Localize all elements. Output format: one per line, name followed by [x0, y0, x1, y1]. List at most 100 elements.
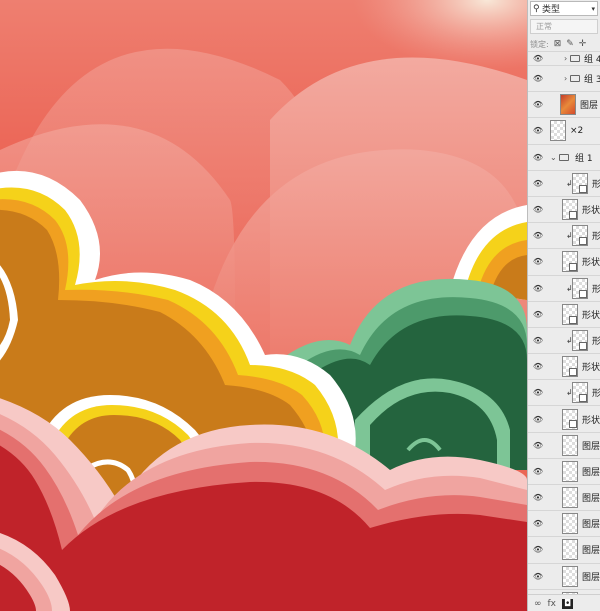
layer-name: 图层 [582, 546, 600, 557]
layer-thumbnail [550, 120, 566, 142]
eye-icon[interactable]: 👁 [532, 73, 544, 85]
chevron-down-icon: ▾ [591, 4, 595, 13]
layer-row[interactable]: 👁 图层 [528, 536, 600, 562]
search-icon: ⚲ [533, 3, 540, 14]
layer-name: 形状 [582, 415, 600, 426]
layer-row[interactable]: 👁 形状 [528, 300, 600, 327]
vector-mask-icon [579, 184, 587, 193]
eye-icon[interactable]: 👁 [532, 256, 544, 268]
layer-name: 组 1 [575, 153, 593, 164]
eye-icon[interactable]: 👁 [532, 413, 544, 425]
layer-name: 形状 [582, 206, 600, 217]
eye-icon[interactable]: 👁 [532, 204, 544, 216]
eye-icon[interactable]: 👁 [532, 518, 544, 530]
lock-row: 锁定: ⊠ ✎ ✛ [530, 37, 600, 51]
vector-mask-icon [579, 237, 587, 246]
layer-row[interactable]: 👁 形状 [528, 353, 600, 379]
layer-row[interactable]: 👁 图层 [528, 562, 600, 589]
eye-icon[interactable]: 👁 [532, 544, 544, 556]
eye-icon[interactable]: 👁 [532, 53, 544, 65]
layer-row[interactable]: 👁↲图层 [528, 91, 600, 117]
layer-name: 图层 [582, 520, 600, 531]
lock-transparent-icon[interactable]: ⊠ [554, 39, 562, 49]
eye-icon[interactable]: 👁 [532, 387, 544, 399]
layer-name: 图层 [582, 572, 600, 583]
design-canvas[interactable] [0, 0, 527, 611]
layer-row[interactable]: 👁 › 组 3 [528, 65, 600, 91]
eye-icon[interactable]: 👁 [532, 230, 544, 242]
folder-icon [570, 55, 580, 62]
layer-name: 图层 [582, 441, 600, 452]
eye-icon[interactable]: 👁 [532, 125, 544, 137]
eye-icon[interactable]: 👁 [532, 177, 544, 189]
layer-row[interactable]: 👁↲形 [528, 274, 600, 301]
layer-row[interactable]: 👁 图层 [528, 484, 600, 510]
eye-icon[interactable]: 👁 [532, 334, 544, 346]
eye-icon[interactable]: 👁 [532, 492, 544, 504]
chevron-down-icon[interactable]: ⌄ [550, 153, 557, 162]
layer-name: ×2 [570, 125, 584, 136]
vector-mask-icon [579, 289, 587, 298]
layer-list: 👁›组 4👁›组 3👁↲图层👁×2👁⌄组 1👁↲形👁形状👁↲形👁形状👁↲形👁形状… [528, 51, 600, 611]
layer-row[interactable]: 👁 图层 [528, 510, 600, 536]
layer-name: 形状 [582, 363, 600, 374]
layer-name: 形 [592, 282, 600, 295]
eye-icon[interactable]: 👁 [532, 570, 544, 582]
vector-mask-icon [569, 210, 577, 219]
layer-name: 形 [592, 229, 600, 242]
layer-row[interactable]: 👁 形状 [528, 248, 600, 274]
layer-name: 图层 [582, 467, 600, 478]
layer-row[interactable]: 👁 ×2 [528, 117, 600, 143]
layer-thumbnail [562, 487, 578, 509]
layer-thumbnail [562, 434, 578, 456]
eye-icon[interactable]: 👁 [532, 151, 544, 163]
layers-panel: ⚲ 类型 ▾ 正常 锁定: ⊠ ✎ ✛ 👁›组 4👁›组 3👁↲图层👁×2👁⌄组… [527, 0, 600, 611]
lock-label: 锁定: [530, 39, 549, 49]
layer-thumbnail [562, 513, 578, 535]
layer-name: 形 [592, 386, 600, 399]
blend-mode-select[interactable]: 正常 [530, 19, 598, 34]
vector-mask-icon [569, 368, 577, 377]
link-layers-icon[interactable]: ∞ [534, 599, 542, 609]
layer-thumbnail [562, 460, 578, 482]
layer-name: 形 [592, 177, 600, 190]
brush-icon[interactable]: ✎ [566, 39, 574, 49]
layer-name: 图层 [580, 101, 599, 112]
layer-name: 形状 [582, 310, 600, 321]
folder-icon [570, 75, 580, 83]
layer-row[interactable]: 👁 图层 [528, 457, 600, 484]
layer-filter-select[interactable]: ⚲ 类型 ▾ [530, 1, 598, 16]
chevron-right-icon[interactable]: › [564, 74, 567, 83]
panel-footer: ∞ fx ◘ [528, 594, 600, 611]
eye-icon[interactable]: 👁 [532, 361, 544, 373]
layer-name: 形 [592, 334, 600, 347]
filter-kind-label: 类型 [542, 5, 561, 15]
layer-name: 图层 [582, 494, 600, 505]
layer-thumbnail [560, 94, 576, 116]
layer-row[interactable]: 👁 ⌄ 组 1 [528, 143, 600, 170]
chevron-right-icon[interactable]: › [564, 54, 567, 63]
eye-icon[interactable]: 👁 [532, 465, 544, 477]
move-icon[interactable]: ✛ [579, 39, 587, 49]
eye-icon[interactable]: 👁 [532, 308, 544, 320]
layer-row[interactable]: 👁 › 组 4 [528, 51, 600, 65]
layer-row[interactable]: 👁 形状 [528, 405, 600, 431]
fx-icon[interactable]: fx [548, 599, 557, 609]
layer-row[interactable]: 👁↲形 [528, 326, 600, 353]
eye-icon[interactable]: 👁 [532, 439, 544, 451]
eye-icon[interactable]: 👁 [532, 99, 544, 111]
artwork [0, 0, 527, 611]
vector-mask-icon [569, 420, 577, 429]
layer-row[interactable]: 👁 形状 [528, 195, 600, 222]
eye-icon[interactable]: 👁 [532, 282, 544, 294]
vector-mask-icon [569, 263, 577, 272]
layer-row[interactable]: 👁 图层 [528, 431, 600, 458]
layer-row[interactable]: 👁↲形 [528, 222, 600, 248]
layer-thumbnail [562, 539, 578, 561]
add-mask-icon[interactable]: ◘ [562, 598, 574, 609]
layer-name: 形状 [582, 258, 600, 269]
layer-row[interactable]: 👁↲形 [528, 379, 600, 405]
vector-mask-icon [569, 315, 577, 324]
layer-row[interactable]: 👁↲形 [528, 169, 600, 196]
layer-thumbnail [562, 565, 578, 587]
